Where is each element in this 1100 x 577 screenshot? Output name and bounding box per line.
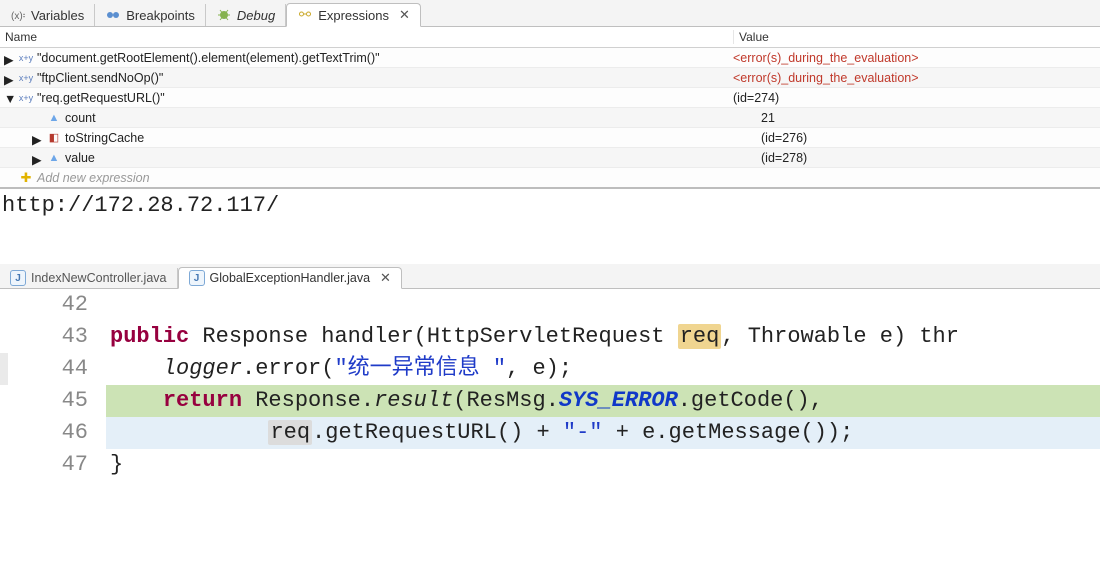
tab-label: Debug [237, 8, 275, 23]
variables-icon: (x)= [10, 7, 26, 23]
expressions-tree: ▶ x+y "document.getRootElement().element… [0, 48, 1100, 189]
svg-text:(x)=: (x)= [11, 11, 25, 22]
column-header-name[interactable]: Name [0, 30, 733, 44]
expression-text: "req.getRequestURL()" [37, 91, 165, 105]
line-number: 43 [8, 321, 88, 353]
debug-current-line-icon [0, 353, 8, 385]
field-value: (id=278) [756, 151, 1100, 165]
twisty-empty [32, 112, 44, 124]
debug-icon [216, 7, 232, 23]
table-row[interactable]: ▶ ◧ toStringCache (id=276) [0, 128, 1100, 148]
breakpoints-icon [105, 7, 121, 23]
close-icon[interactable]: ✕ [394, 7, 410, 23]
field-primitive-icon: ▲ [46, 110, 62, 126]
field-name: count [65, 111, 96, 125]
field-name: toStringCache [65, 131, 144, 145]
line-number: 45 [8, 385, 88, 417]
java-file-icon: J [189, 270, 205, 286]
editor-tab-handler[interactable]: J GlobalExceptionHandler.java ✕ [178, 267, 402, 289]
tab-expressions[interactable]: Expressions ✕ [286, 3, 421, 27]
chevron-right-icon[interactable]: ▶ [4, 72, 16, 84]
line-numbers: 42 43 44 45 46 47 [8, 289, 106, 577]
line-number: 46 [8, 417, 88, 449]
table-row[interactable]: ▶ x+y "document.getRootElement().element… [0, 48, 1100, 68]
line-number: 47 [8, 449, 88, 481]
gutter-marks [0, 289, 8, 577]
code-editor[interactable]: 42 43 44 45 46 47 public Response handle… [0, 289, 1100, 577]
table-row[interactable]: ▲ count 21 [0, 108, 1100, 128]
chevron-down-icon[interactable]: ▼ [4, 92, 16, 104]
field-value: (id=276) [756, 131, 1100, 145]
expression-icon: x+y [18, 70, 34, 86]
code-body[interactable]: public Response handler(HttpServletReque… [106, 289, 1100, 577]
field-object-icon: ◧ [46, 130, 62, 146]
table-row[interactable]: ▼ x+y "req.getRequestURL()" (id=274) [0, 88, 1100, 108]
expression-text: "ftpClient.sendNoOp()" [37, 71, 163, 85]
expression-text: "document.getRootElement().element(eleme… [37, 51, 380, 65]
table-row[interactable]: ▶ x+y "ftpClient.sendNoOp()" <error(s)_d… [0, 68, 1100, 88]
line-number: 42 [8, 289, 88, 321]
debug-view-tabs: (x)= Variables Breakpoints Debug Express… [0, 0, 1100, 27]
table-row[interactable]: ▶ ▲ value (id=278) [0, 148, 1100, 168]
editor-tab-index[interactable]: J IndexNewController.java [0, 268, 178, 288]
chevron-right-icon[interactable]: ▶ [32, 152, 44, 164]
table-row-add[interactable]: ✚ Add new expression [0, 168, 1100, 189]
expression-value: <error(s)_during_the_evaluation> [728, 51, 1100, 65]
tab-label: Variables [31, 8, 84, 23]
tab-variables[interactable]: (x)= Variables [0, 4, 95, 26]
twisty-empty [4, 172, 16, 184]
expressions-table-header: Name Value [0, 27, 1100, 48]
tab-debug[interactable]: Debug [206, 4, 286, 26]
tab-label: Breakpoints [126, 8, 195, 23]
line-number: 44 [8, 353, 88, 385]
java-file-icon: J [10, 270, 26, 286]
chevron-right-icon[interactable]: ▶ [4, 52, 16, 64]
column-header-value[interactable]: Value [733, 30, 1100, 44]
close-icon[interactable]: ✕ [375, 270, 391, 286]
editor-tab-label: IndexNewController.java [31, 271, 167, 285]
expression-value: <error(s)_during_the_evaluation> [728, 71, 1100, 85]
chevron-right-icon[interactable]: ▶ [32, 132, 44, 144]
tab-label: Expressions [318, 8, 389, 23]
expressions-icon [297, 7, 313, 23]
expression-icon: x+y [18, 90, 34, 106]
expression-value: (id=274) [728, 91, 1100, 105]
editor-tabs: J IndexNewController.java J GlobalExcept… [0, 264, 1100, 289]
field-primitive-icon: ▲ [46, 150, 62, 166]
add-icon: ✚ [18, 170, 34, 186]
field-value: 21 [756, 111, 1100, 125]
detail-value-pane[interactable]: http://172.28.72.117/ [0, 189, 1100, 224]
add-expression-label: Add new expression [37, 171, 150, 185]
expression-icon: x+y [18, 50, 34, 66]
editor-tab-label: GlobalExceptionHandler.java [210, 271, 371, 285]
field-name: value [65, 151, 95, 165]
tab-breakpoints[interactable]: Breakpoints [95, 4, 206, 26]
